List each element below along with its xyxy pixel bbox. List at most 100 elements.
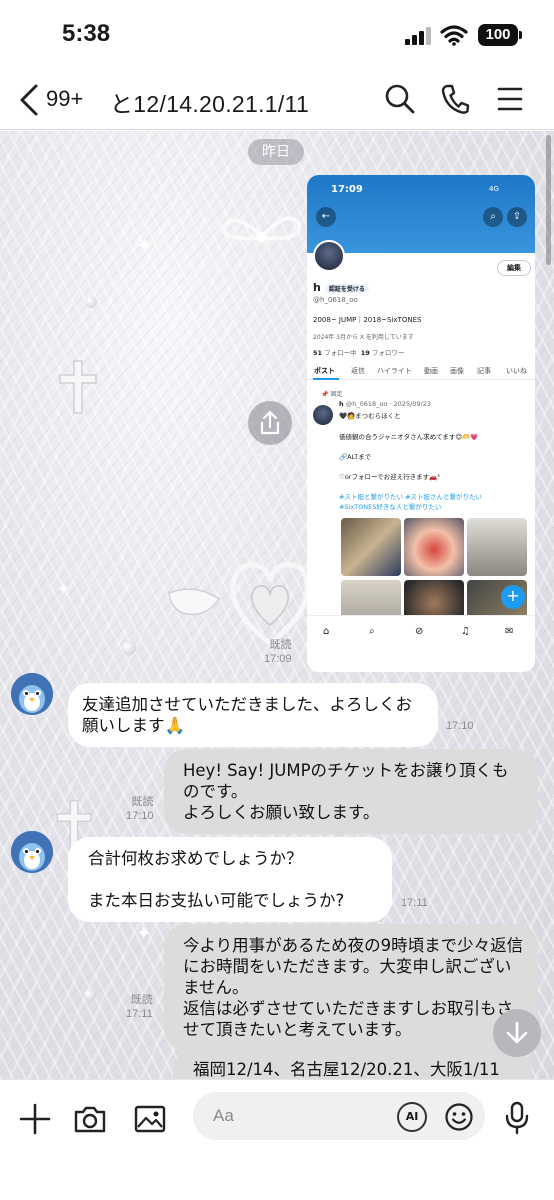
- back-chevron-icon[interactable]: [16, 80, 42, 120]
- cellular-signal-icon: [405, 27, 431, 45]
- heart-charm-decoration: [230, 562, 310, 647]
- screenshot-photo: [467, 518, 527, 576]
- sparkle-decoration: ✦: [136, 923, 152, 944]
- screenshot-photo: [341, 518, 401, 576]
- screenshot-bottom-bar: ⌂ ⌕ ⊘ ♫ ✉: [307, 615, 535, 672]
- image-message[interactable]: 17:09 4G ← ⌕ ⇪ 編集 h 認証を受ける @h_0618_oo 200…: [307, 175, 535, 672]
- post-author: h: [339, 400, 344, 408]
- read-label: 既読: [131, 796, 154, 808]
- screenshot-joined: 2024年 3月から X を利用しています: [313, 334, 414, 341]
- screenshot-follow-counts: 51 フォロー中 19 フォロワー: [313, 347, 404, 357]
- message-input-placeholder: Aa: [213, 1106, 234, 1125]
- message-input[interactable]: Aa AI: [193, 1092, 485, 1140]
- read-label: 既読: [269, 639, 292, 651]
- ai-button[interactable]: AI: [397, 1102, 427, 1132]
- search-icon[interactable]: [384, 82, 416, 116]
- message-time: 17:11: [401, 897, 428, 909]
- screenshot-tab: いいね: [506, 367, 527, 375]
- pearl-decoration: [85, 296, 97, 308]
- chat-title: と12/14.20.21.1/11: [110, 91, 310, 117]
- message-bubble-outgoing[interactable]: Hey! Say! JUMPのチケットをお譲り頂くものです。 よろしくお願い致し…: [164, 749, 538, 834]
- screenshot-tab: 動画: [424, 367, 438, 375]
- arrow-down-icon: [506, 1021, 528, 1044]
- share-icon: [260, 410, 280, 435]
- screenshot-home-icon: ⌂: [323, 626, 330, 637]
- phone-icon[interactable]: [440, 82, 470, 116]
- pearl-decoration: [84, 989, 96, 1001]
- message-read-status: 既読 17:10: [126, 795, 154, 823]
- battery-nub: [519, 31, 522, 39]
- screenshot-search-tab-icon: ⌕: [369, 626, 375, 637]
- screenshot-bell-icon: ♫: [461, 626, 470, 637]
- followers-label: フォロワー: [371, 349, 405, 357]
- screenshot-edit-button: 編集: [497, 260, 531, 276]
- screenshot-tab: 記事: [477, 367, 491, 375]
- penguin-avatar-icon: [11, 673, 53, 715]
- screenshot-pinned-label: 📌 固定: [321, 391, 343, 398]
- chat-area[interactable]: ✦ ✦ ✦ 昨日 17:09 4G ← ⌕ ⇪ 編集 h 認証を受ける @h_06…: [0, 131, 554, 1079]
- message-time: 17:10: [446, 720, 474, 732]
- screenshot-post-avatar: [313, 405, 333, 425]
- scrollbar[interactable]: [546, 135, 551, 265]
- pearl-decoration: [122, 641, 136, 655]
- contact-avatar[interactable]: [11, 831, 53, 873]
- message-read-status: 既読 17:11: [126, 993, 153, 1021]
- sparkle-decoration: ✦: [56, 579, 72, 600]
- screenshot-network: 4G: [489, 185, 499, 193]
- screenshot-hashtags: #SixTONES好きな人と繋がりたい: [339, 503, 442, 511]
- screenshot-time: 17:09: [331, 184, 363, 195]
- screenshot-tab: ポスト: [314, 367, 335, 375]
- screenshot-grok-icon: ⊘: [415, 626, 424, 637]
- penguin-avatar-icon: [11, 831, 53, 873]
- screenshot-hashtags: #スト担と繋がりたい #ス卜担さんと繋がりたい: [339, 493, 482, 501]
- status-bar: 5:38 100: [0, 0, 554, 70]
- share-button[interactable]: [248, 401, 292, 445]
- message-bubble-outgoing[interactable]: 福岡12/14、名古屋12/20.21、大阪1/11: [173, 1048, 531, 1079]
- wifi-icon: [440, 25, 468, 46]
- followers-count: 19: [360, 349, 370, 357]
- screenshot-search-icon: ⌕: [483, 207, 503, 227]
- unread-count[interactable]: 99+: [46, 86, 83, 112]
- cross-decoration: [59, 360, 97, 414]
- screenshot-tab-bar: ポスト 返信 ハイライト 動画 画像 記事 いいね: [307, 362, 535, 380]
- screenshot-mail-icon: ✉: [505, 626, 514, 637]
- post-handle: @h_0618_oo · 2025/09/23: [345, 400, 431, 408]
- contact-avatar[interactable]: [11, 673, 53, 715]
- plus-icon[interactable]: [18, 1102, 52, 1136]
- ribbon-bow-decoration: [222, 216, 302, 273]
- screenshot-post-header: h @h_0618_oo · 2025/09/23: [339, 400, 431, 408]
- screenshot-post-line: 🔗ALTまで: [339, 453, 372, 461]
- camera-icon[interactable]: [73, 1102, 107, 1136]
- screenshot-tab: 返信: [351, 367, 365, 375]
- image-icon[interactable]: [133, 1102, 167, 1136]
- read-label: 既読: [130, 994, 153, 1006]
- message-time: 17:11: [126, 1008, 153, 1020]
- following-count: 51: [313, 349, 323, 357]
- message-time: 17:09: [264, 653, 292, 665]
- menu-icon[interactable]: [497, 82, 523, 116]
- battery-indicator: 100: [478, 24, 518, 46]
- screenshot-verify-badge: 認証を受ける: [324, 284, 369, 293]
- screenshot-bio: 2008~ JUMP｜2018~SixTONES: [313, 316, 422, 324]
- screenshot-name-text: h: [313, 281, 321, 294]
- screenshot-tab-underline: [313, 378, 339, 380]
- screenshot-compose-fab: +: [501, 585, 525, 609]
- screenshot-tab: ハイライト: [377, 367, 412, 375]
- message-bubble-incoming[interactable]: 合計何枚お求めでしょうか？ また本日お支払い可能でしょうか?: [68, 837, 392, 922]
- screenshot-post-line: ♡orフォローでお迎え行きます🚗³: [339, 473, 440, 481]
- screenshot-share-icon: ⇪: [507, 207, 527, 227]
- date-divider: 昨日: [248, 139, 304, 165]
- wing-decoration: [168, 588, 221, 616]
- screenshot-back-icon: ←: [316, 207, 336, 227]
- screenshot-profile-avatar: [313, 240, 345, 272]
- message-time: 17:10: [126, 810, 154, 822]
- screenshot-tab: 画像: [450, 367, 464, 375]
- microphone-icon[interactable]: [503, 1100, 531, 1136]
- screenshot-handle: @h_0618_oo: [313, 296, 358, 304]
- emoji-icon[interactable]: [444, 1102, 474, 1132]
- scroll-to-bottom-button[interactable]: [493, 1009, 541, 1057]
- message-bubble-incoming[interactable]: 友達追加させていただきました、よろしくお願いします🙏: [68, 683, 438, 747]
- message-bubble-outgoing[interactable]: 今より用事があるため夜の9時頃まで少々返信にお時間をいただきます。大変申し訳ござ…: [164, 924, 538, 1051]
- screenshot-post-line: 🖤🧑まつむらほくと: [339, 412, 401, 420]
- pinned-text: 固定: [330, 391, 343, 398]
